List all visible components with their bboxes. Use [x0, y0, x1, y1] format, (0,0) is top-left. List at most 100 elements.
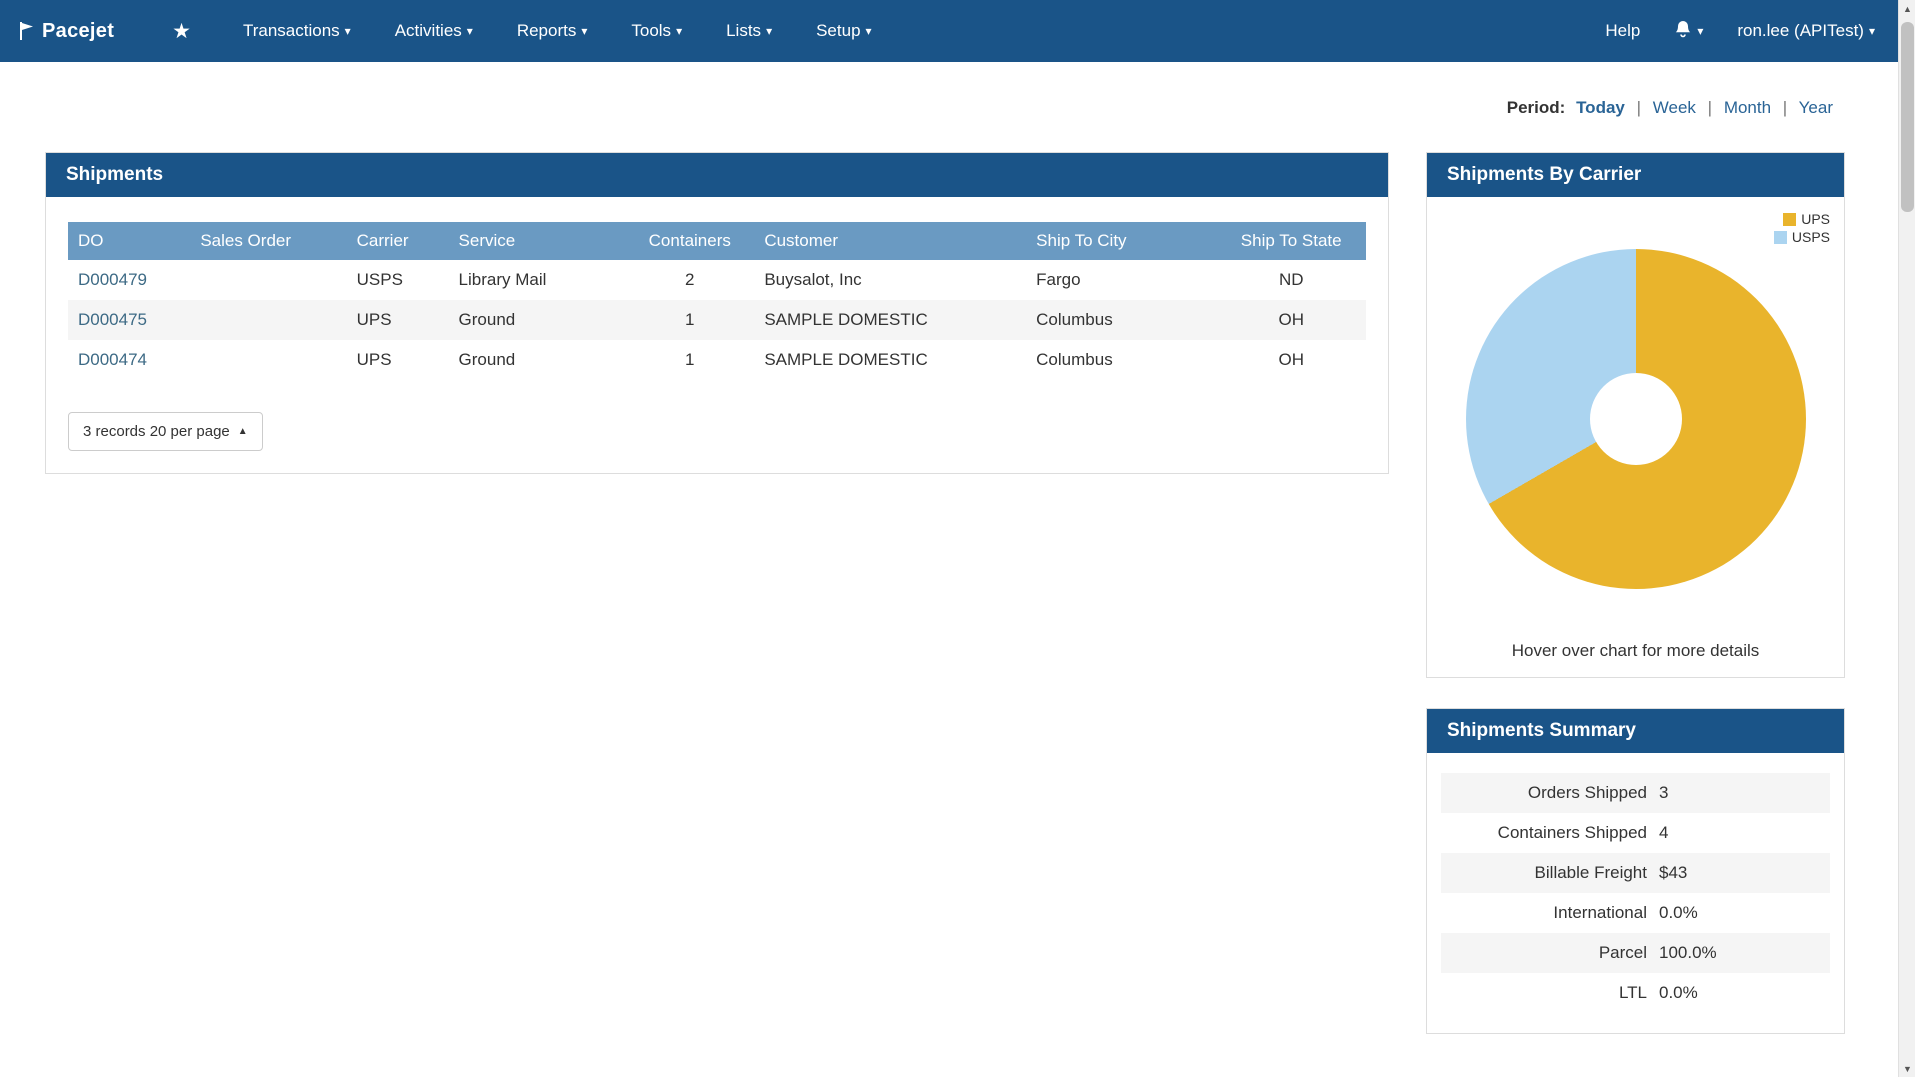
- cell-carrier: UPS: [356, 310, 392, 329]
- cell-city: Columbus: [1036, 310, 1113, 329]
- period-option-month[interactable]: Month: [1724, 98, 1771, 117]
- summary-row-orders-shipped: Orders Shipped 3: [1441, 773, 1830, 813]
- top-navbar: Pacejet ★ Transactions ▾ Activities ▾ Repo…: [0, 0, 1915, 62]
- table-row[interactable]: D000474 UPS Ground 1 SAMPLE DOMESTIC Col…: [68, 340, 1366, 380]
- legend-label: USPS: [1791, 229, 1830, 245]
- carrier-panel-title: Shipments By Carrier: [1427, 153, 1844, 197]
- cell-service: Library Mail: [458, 270, 547, 289]
- cell-state: OH: [1278, 350, 1304, 369]
- scroll-up-arrow-icon[interactable]: ▲: [1899, 0, 1915, 17]
- separator: |: [1782, 98, 1788, 117]
- col-sales-order: Sales Order: [190, 222, 347, 260]
- pacejet-logo[interactable]: Pacejet: [18, 20, 114, 43]
- menu-lists[interactable]: Lists ▾: [726, 21, 772, 41]
- cell-containers: 1: [685, 350, 695, 369]
- user-menu[interactable]: ron.lee (APITest) ▾: [1737, 21, 1875, 41]
- legend-item-ups: UPS: [1774, 211, 1830, 227]
- chevron-down-icon: ▾: [766, 24, 773, 38]
- cell-containers: 1: [685, 310, 695, 329]
- summary-value: 0.0%: [1659, 983, 1698, 1002]
- summary-panel-body: Orders Shipped 3 Containers Shipped 4 Bi…: [1427, 753, 1844, 1033]
- shipments-panel: Shipments DO Sales Order Carrier Service…: [45, 152, 1389, 474]
- shipments-table: DO Sales Order Carrier Service Container…: [68, 222, 1366, 380]
- menu-transactions[interactable]: Transactions ▾: [243, 21, 351, 41]
- separator: |: [1636, 98, 1642, 117]
- do-link[interactable]: D000475: [78, 310, 147, 329]
- shipments-by-carrier-panel: Shipments By Carrier UPS USPS Hover over…: [1426, 152, 1845, 678]
- carrier-donut-chart[interactable]: [1465, 249, 1806, 589]
- records-per-page-label: 3 records 20 per page: [83, 423, 230, 440]
- table-row[interactable]: D000479 USPS Library Mail 2 Buysalot, In…: [68, 260, 1366, 300]
- main-menu: Transactions ▾ Activities ▾ Reports ▾ Tools…: [243, 21, 916, 41]
- pacejet-flag-icon: [18, 21, 36, 41]
- menu-activities[interactable]: Activities ▾: [395, 21, 473, 41]
- summary-row-ltl: LTL 0.0%: [1441, 973, 1830, 1013]
- records-per-page-button[interactable]: 3 records 20 per page ▲: [68, 412, 263, 451]
- cell-city: Columbus: [1036, 350, 1113, 369]
- chevron-down-icon: ▾: [581, 24, 588, 38]
- cell-carrier: USPS: [356, 270, 403, 289]
- scroll-down-arrow-icon[interactable]: ▼: [1899, 1060, 1915, 1077]
- summary-label: Billable Freight: [1534, 863, 1647, 882]
- notifications-menu[interactable]: ▾: [1674, 19, 1703, 44]
- cell-carrier: UPS: [356, 350, 392, 369]
- summary-label: Parcel: [1598, 943, 1647, 962]
- shipments-panel-body: DO Sales Order Carrier Service Container…: [46, 197, 1388, 473]
- right-column: Shipments By Carrier UPS USPS Hover over…: [1426, 152, 1845, 1034]
- shipments-summary-panel: Shipments Summary Orders Shipped 3 Conta…: [1426, 708, 1845, 1034]
- legend-swatch-ups: [1783, 212, 1797, 226]
- cell-sales-order: [190, 300, 346, 340]
- summary-label: International: [1553, 903, 1647, 922]
- summary-panel-title: Shipments Summary: [1427, 709, 1844, 753]
- summary-value: 3: [1659, 783, 1669, 802]
- cell-state: OH: [1278, 310, 1304, 329]
- favorites-star-icon[interactable]: ★: [172, 19, 191, 44]
- chart-legend: UPS USPS: [1773, 211, 1830, 247]
- donut-hole: [1589, 373, 1682, 465]
- cell-customer: SAMPLE DOMESTIC: [764, 350, 928, 369]
- carrier-panel-body: UPS USPS Hover over chart for more detai…: [1427, 197, 1844, 677]
- period-option-year[interactable]: Year: [1799, 98, 1833, 117]
- summary-label: Containers Shipped: [1497, 823, 1647, 842]
- do-link[interactable]: D000474: [78, 350, 147, 369]
- chevron-up-icon: ▲: [237, 426, 248, 437]
- cell-sales-order: [190, 260, 346, 300]
- period-option-today[interactable]: Today: [1576, 98, 1625, 117]
- col-carrier: Carrier: [346, 222, 449, 260]
- chevron-down-icon: ▾: [344, 24, 351, 38]
- legend-item-usps: USPS: [1773, 229, 1830, 245]
- cell-service: Ground: [458, 310, 516, 329]
- menu-tools[interactable]: Tools ▾: [631, 21, 682, 41]
- menu-reports[interactable]: Reports ▾: [517, 21, 588, 41]
- summary-value: 0.0%: [1659, 903, 1698, 922]
- vertical-scrollbar[interactable]: ▲ ▼: [1898, 0, 1915, 1077]
- col-ship-to-city: Ship To City: [1026, 222, 1217, 260]
- cell-customer: Buysalot, Inc: [764, 270, 862, 289]
- chart-hover-hint: Hover over chart for more details: [1511, 641, 1760, 660]
- brand-text: Pacejet: [42, 19, 115, 42]
- scrollbar-thumb[interactable]: [1901, 22, 1914, 212]
- table-row[interactable]: D000475 UPS Ground 1 SAMPLE DOMESTIC Col…: [68, 300, 1366, 340]
- chevron-down-icon: ▾: [1697, 24, 1704, 38]
- legend-label: UPS: [1801, 211, 1830, 227]
- page: Pacejet ★ Transactions ▾ Activities ▾ Repo…: [0, 0, 1915, 1077]
- col-ship-to-state: Ship To State: [1216, 222, 1366, 260]
- menu-setup[interactable]: Setup ▾: [816, 21, 871, 41]
- cell-state: ND: [1278, 270, 1304, 289]
- chevron-down-icon: ▾: [1868, 24, 1875, 38]
- period-option-week[interactable]: Week: [1653, 98, 1696, 117]
- chevron-down-icon: ▾: [865, 24, 872, 38]
- navbar-right: Help ▾ ron.lee (APITest) ▾: [1605, 19, 1875, 44]
- col-containers: Containers: [625, 222, 755, 260]
- chevron-down-icon: ▾: [466, 24, 473, 38]
- col-customer: Customer: [754, 222, 1027, 260]
- table-header-row: DO Sales Order Carrier Service Container…: [68, 222, 1366, 260]
- cell-containers: 2: [685, 270, 695, 289]
- do-link[interactable]: D000479: [78, 270, 147, 289]
- chevron-down-icon: ▾: [676, 24, 683, 38]
- summary-value: $43: [1659, 863, 1688, 882]
- col-service: Service: [448, 222, 626, 260]
- help-link[interactable]: Help: [1605, 21, 1640, 41]
- cell-city: Fargo: [1036, 270, 1081, 289]
- cell-customer: SAMPLE DOMESTIC: [764, 310, 928, 329]
